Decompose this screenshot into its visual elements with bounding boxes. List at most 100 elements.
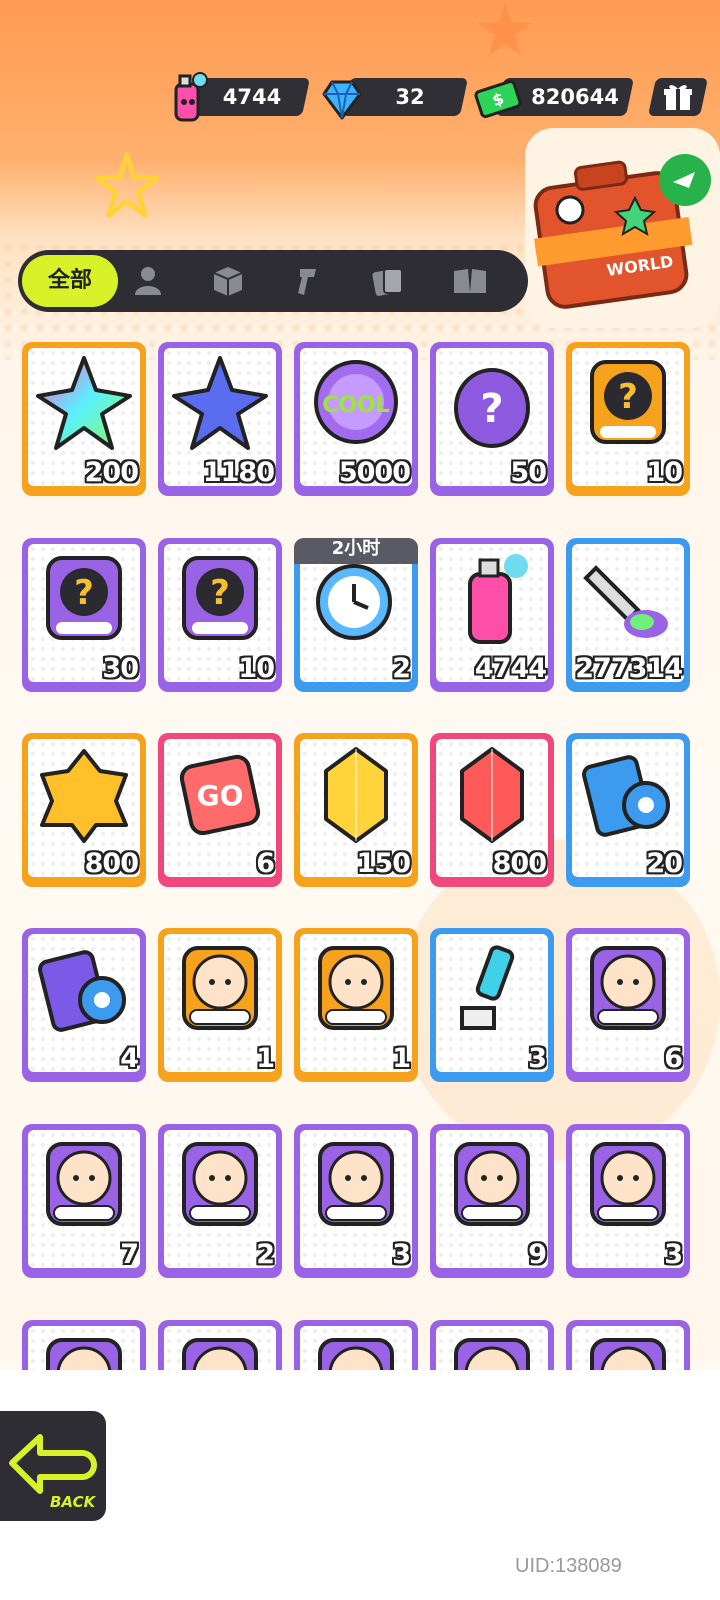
item-quantity: 1180 bbox=[202, 457, 275, 488]
item-card-rainbow-star-crystal[interactable]: 200 bbox=[22, 342, 146, 496]
item-card-deity-character-badge-3[interactable]: 6 bbox=[566, 928, 690, 1082]
tab-all[interactable]: 全部 bbox=[22, 255, 118, 307]
item-card-go-dice[interactable]: GO 6 bbox=[158, 733, 282, 887]
item-quantity: 2 bbox=[256, 1239, 275, 1270]
back-label: BACK bbox=[50, 1493, 97, 1511]
item-quantity: 7 bbox=[120, 1239, 139, 1270]
item-card-deity-character-badge-1[interactable]: 1 bbox=[158, 928, 282, 1082]
item-card-yellow-gem[interactable]: 150 bbox=[294, 733, 418, 887]
deity-character-badge-5-icon bbox=[168, 1134, 272, 1238]
deity-character-badge-6-icon bbox=[304, 1134, 408, 1238]
svg-text:GO: GO bbox=[197, 779, 244, 812]
user-id: UID:138089 bbox=[515, 1555, 622, 1577]
deity-mystery-badge-gold-icon: ? bbox=[576, 352, 680, 456]
item-card-red-gem[interactable]: 800 bbox=[430, 733, 554, 887]
item-quantity: 200 bbox=[84, 457, 139, 488]
cash-count: 820644 bbox=[531, 85, 619, 109]
cash-icon: $ bbox=[474, 79, 522, 119]
item-quantity: 3 bbox=[528, 1043, 547, 1074]
person-icon[interactable] bbox=[130, 263, 166, 299]
item-card-deity-character-badge-7[interactable]: 9 bbox=[430, 1124, 554, 1278]
deity-character-badge-7-icon bbox=[440, 1134, 544, 1238]
item-quantity: 10 bbox=[646, 457, 683, 488]
item-quantity: 5000 bbox=[338, 457, 411, 488]
deity-character-badge-3-icon bbox=[576, 938, 680, 1042]
item-quantity: 9 bbox=[528, 1239, 547, 1270]
item-quantity: 4744 bbox=[474, 653, 547, 684]
cards-icon[interactable] bbox=[370, 263, 406, 299]
item-quantity: 800 bbox=[492, 848, 547, 879]
item-card-blue-ticket-card[interactable]: 20 bbox=[566, 733, 690, 887]
deity-mystery-badge-purple-icon: ? bbox=[32, 548, 136, 652]
svg-text:?: ? bbox=[618, 377, 638, 417]
diamond-count: 32 bbox=[395, 85, 425, 109]
item-quantity: 800 bbox=[84, 848, 139, 879]
graffiti-star-decoration-2 bbox=[478, 3, 532, 56]
currency-diamond[interactable]: 32 bbox=[320, 78, 469, 120]
timer-badge: 2小时 bbox=[294, 538, 418, 564]
spray-gun-icon[interactable] bbox=[290, 263, 326, 299]
blue-star-crystal-icon bbox=[168, 352, 272, 456]
item-card-mystery-egg[interactable]: ? 50 bbox=[430, 342, 554, 496]
item-quantity: 4 bbox=[120, 1043, 139, 1074]
red-gem-icon bbox=[440, 743, 544, 847]
gold-nugget-icon bbox=[32, 743, 136, 847]
gift-box-icon bbox=[664, 85, 692, 110]
svg-text:COOL: COOL bbox=[322, 393, 390, 418]
item-quantity: 3 bbox=[664, 1239, 683, 1270]
yellow-gem-icon bbox=[304, 743, 408, 847]
paint-tube-icon bbox=[576, 548, 680, 652]
book-icon[interactable] bbox=[452, 263, 488, 299]
item-quantity: 50 bbox=[510, 457, 547, 488]
item-quantity: 6 bbox=[664, 1043, 683, 1074]
world-travel-event-button[interactable]: WORLD bbox=[525, 128, 720, 328]
item-card-deity-character-badge-4[interactable]: 7 bbox=[22, 1124, 146, 1278]
item-card-paint-tube[interactable]: 277314 bbox=[566, 538, 690, 692]
svg-text:?: ? bbox=[480, 386, 503, 432]
item-card-blue-star-crystal[interactable]: 1180 bbox=[158, 342, 282, 496]
currency-spray[interactable]: 4744 bbox=[168, 72, 311, 122]
item-card-cool-badge-coin[interactable]: COOL 5000 bbox=[294, 342, 418, 496]
item-quantity: 6 bbox=[256, 848, 275, 879]
item-card-deity-character-badge-8[interactable]: 3 bbox=[566, 1124, 690, 1278]
purple-ticket-card-icon bbox=[32, 938, 136, 1042]
currency-cash[interactable]: $ 820644 bbox=[474, 78, 635, 119]
mystery-egg-icon: ? bbox=[440, 352, 544, 456]
item-quantity: 30 bbox=[102, 653, 139, 684]
deity-character-badge-8-icon bbox=[576, 1134, 680, 1238]
svg-text:?: ? bbox=[210, 573, 230, 613]
usb-key-icon bbox=[440, 938, 544, 1042]
spray-can-icon bbox=[440, 548, 544, 652]
item-card-deity-mystery-badge-purple[interactable]: ? 30 bbox=[22, 538, 146, 692]
item-quantity: 1 bbox=[256, 1043, 275, 1074]
rainbow-star-crystal-icon bbox=[32, 352, 136, 456]
go-dice-icon: GO bbox=[168, 743, 272, 847]
graffiti-star-decoration bbox=[94, 152, 160, 218]
item-card-deity-mystery-badge-gold[interactable]: ? 10 bbox=[566, 342, 690, 496]
item-quantity: 10 bbox=[238, 653, 275, 684]
item-quantity: 2 bbox=[392, 653, 411, 684]
item-quantity: 277314 bbox=[575, 653, 683, 684]
svg-text:?: ? bbox=[74, 573, 94, 613]
back-button[interactable]: BACK bbox=[0, 1408, 109, 1524]
deity-character-badge-4-icon bbox=[32, 1134, 136, 1238]
item-card-usb-key[interactable]: 3 bbox=[430, 928, 554, 1082]
item-card-deity-character-badge-5[interactable]: 2 bbox=[158, 1124, 282, 1278]
item-card-alarm-clock-paint[interactable]: 2小时 2 bbox=[294, 538, 418, 692]
deity-character-badge-2-icon bbox=[304, 938, 408, 1042]
item-card-purple-ticket-card[interactable]: 4 bbox=[22, 928, 146, 1082]
back-arrow-icon: BACK bbox=[9, 1434, 97, 1511]
blue-ticket-card-icon bbox=[576, 743, 680, 847]
spray-count: 4744 bbox=[222, 85, 282, 109]
item-quantity: 3 bbox=[392, 1239, 411, 1270]
item-card-deity-character-badge-6[interactable]: 3 bbox=[294, 1124, 418, 1278]
item-card-deity-character-badge-2[interactable]: 1 bbox=[294, 928, 418, 1082]
item-card-travel-mystery-card[interactable]: ? 10 bbox=[158, 538, 282, 692]
travel-mystery-card-icon: ? bbox=[168, 548, 272, 652]
item-quantity: 20 bbox=[646, 848, 683, 879]
item-quantity: 1 bbox=[392, 1043, 411, 1074]
item-card-spray-can[interactable]: 4744 bbox=[430, 538, 554, 692]
box-icon[interactable] bbox=[210, 263, 246, 299]
item-quantity: 150 bbox=[356, 848, 411, 879]
item-card-gold-nugget[interactable]: 800 bbox=[22, 733, 146, 887]
